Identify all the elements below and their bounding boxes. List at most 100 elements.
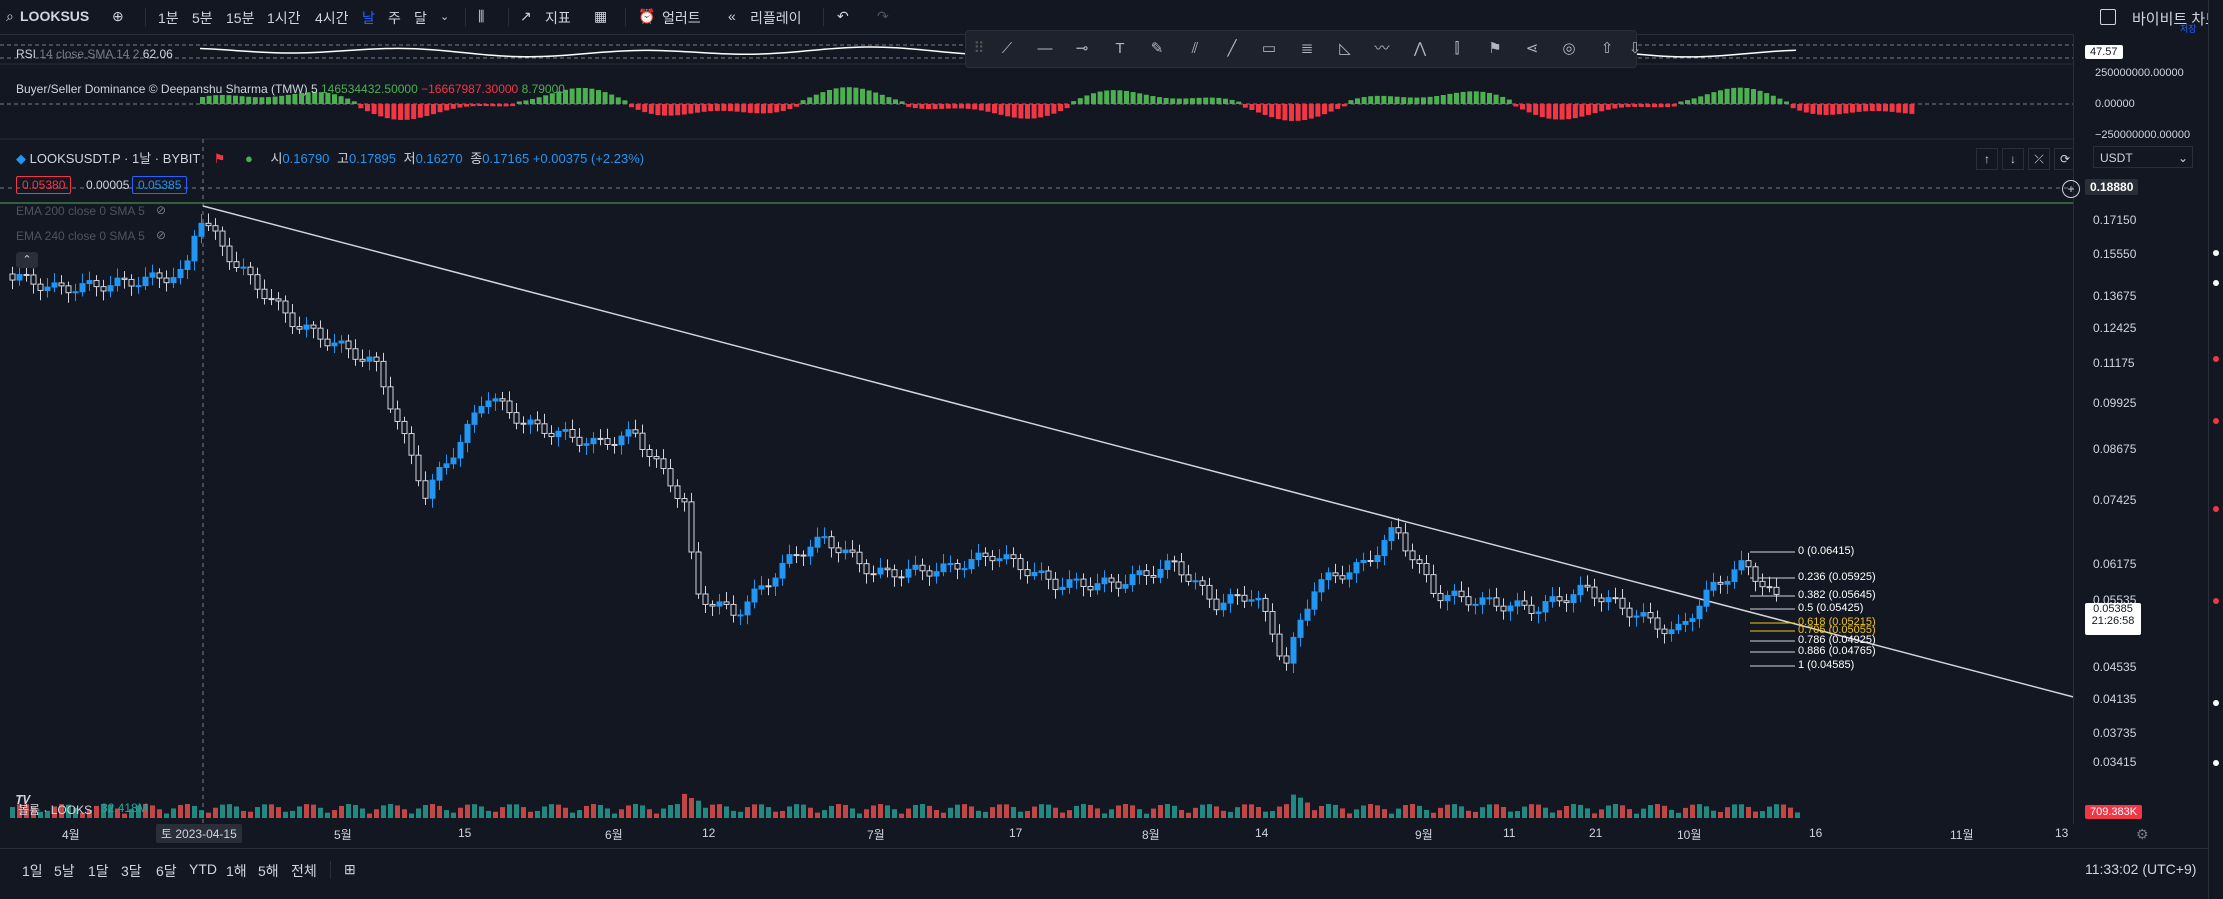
- interval-1h[interactable]: 1시간: [267, 8, 301, 28]
- rectangle-icon[interactable]: ▭: [1260, 40, 1278, 58]
- alert-button[interactable]: 얼러트: [662, 8, 701, 28]
- dominance-bar: [1322, 104, 1327, 115]
- candle-body: [975, 552, 982, 561]
- dominance-bar: [932, 104, 938, 110]
- volume-bar: [1606, 805, 1611, 818]
- range-1m[interactable]: 1달: [88, 861, 109, 881]
- drag-handle-icon[interactable]: ⠿: [970, 40, 988, 58]
- alarm-icon[interactable]: ⏰: [638, 8, 655, 25]
- replay-button[interactable]: 리플레이: [750, 8, 802, 28]
- watchlist-flag[interactable]: [2213, 506, 2219, 512]
- add-alert-icon[interactable]: +: [2062, 180, 2080, 198]
- trend-line-icon[interactable]: ⟋: [998, 40, 1016, 58]
- clock-display[interactable]: 11:33:02 (UTC+9): [2085, 861, 2196, 877]
- volume-bar: [1067, 810, 1072, 818]
- range-1d[interactable]: 1일: [22, 861, 43, 881]
- pattern-icon[interactable]: 〰: [1373, 40, 1391, 58]
- arrow-up-icon[interactable]: ⇧: [1598, 40, 1616, 58]
- volume-bar: [1172, 805, 1177, 818]
- dominance-bar: [1625, 104, 1631, 108]
- volume-bar: [311, 804, 316, 818]
- indicators-button[interactable]: 지표: [545, 8, 571, 28]
- volume-bar: [451, 812, 456, 818]
- candle-body: [1444, 594, 1451, 602]
- candle-type-icon[interactable]: ⫼: [478, 8, 484, 25]
- range-3m[interactable]: 3달: [121, 861, 142, 881]
- dominance-bar: [747, 104, 753, 113]
- watchlist-dot[interactable]: [2213, 250, 2219, 256]
- fib-retracement-icon[interactable]: ≣: [1298, 40, 1316, 58]
- replay-icon[interactable]: «: [728, 8, 736, 24]
- bars-pattern-icon[interactable]: ⫿: [1448, 40, 1466, 58]
- collapse-pane-icon[interactable]: ⤫: [2028, 148, 2050, 170]
- candle-body: [163, 277, 170, 284]
- interval-week[interactable]: 주: [388, 8, 401, 28]
- volume-bar: [675, 804, 680, 818]
- sell-price-button[interactable]: 0.05380: [16, 176, 72, 194]
- move-up-icon[interactable]: ↑: [1976, 148, 1998, 170]
- share-icon[interactable]: ⋖: [1523, 40, 1541, 58]
- interval-day[interactable]: 날: [362, 8, 375, 28]
- gann-icon[interactable]: ◺: [1336, 40, 1354, 58]
- interval-15m[interactable]: 15분: [226, 8, 254, 28]
- price-tick: 0.12425: [2093, 321, 2137, 335]
- watchlist-flag[interactable]: [2213, 418, 2219, 424]
- search-icon[interactable]: ⌕: [6, 8, 14, 25]
- dominance-bar: [239, 96, 245, 104]
- symbol-legend[interactable]: ◆ LOOKSUSDT.P · 1날 · BYBIT ⚑ ● 시0.16790 …: [16, 148, 644, 167]
- interval-5m[interactable]: 5분: [192, 8, 213, 28]
- candle-body: [1409, 550, 1416, 561]
- date-range-icon[interactable]: ⊞: [344, 861, 356, 878]
- checkbox[interactable]: [2100, 9, 2116, 25]
- candle-body: [1465, 596, 1472, 606]
- redo-icon[interactable]: ↷: [877, 8, 889, 25]
- symbol-search-button[interactable]: LOOKSUS: [20, 8, 89, 24]
- dominance-bar: [569, 88, 575, 104]
- watchlist-flag[interactable]: [2213, 356, 2219, 362]
- dominance-bar: [371, 104, 377, 114]
- range-1y[interactable]: 1해: [226, 861, 247, 881]
- range-all[interactable]: 전체: [291, 861, 317, 881]
- volume-bar: [1368, 804, 1373, 818]
- parallel-channel-icon[interactable]: ⫽: [1186, 40, 1204, 58]
- horizontal-line-icon[interactable]: ⊸: [1073, 40, 1091, 58]
- arrow-down-icon[interactable]: ⇩: [1626, 40, 1644, 58]
- add-symbol-icon[interactable]: ⊕: [112, 8, 124, 25]
- dominance-bar: [1341, 104, 1347, 107]
- settings-icon[interactable]: ⚙: [2136, 826, 2149, 843]
- range-ytd[interactable]: YTD: [189, 861, 217, 877]
- interval-1m[interactable]: 1분: [158, 8, 179, 28]
- volume-bar: [241, 810, 246, 818]
- elliott-wave-icon[interactable]: ⋀: [1411, 40, 1429, 58]
- indicators-icon[interactable]: ↗: [520, 8, 532, 25]
- range-6m[interactable]: 6달: [156, 861, 177, 881]
- watchlist-dot[interactable]: [2213, 280, 2219, 286]
- circle-icon[interactable]: ◎: [1560, 40, 1578, 58]
- interval-month[interactable]: 달: [414, 8, 427, 28]
- range-5y[interactable]: 5해: [258, 861, 279, 881]
- eye-off-icon[interactable]: ⊘: [156, 228, 166, 242]
- candle-body: [1717, 581, 1724, 585]
- interval-4h[interactable]: 4시간: [315, 8, 349, 28]
- text-icon[interactable]: T: [1111, 40, 1129, 58]
- candle-body: [394, 408, 401, 422]
- range-5d[interactable]: 5날: [54, 861, 75, 881]
- dominance-axis-mid: 0.00000: [2095, 98, 2135, 110]
- horizontal-ray-icon[interactable]: —: [1036, 40, 1054, 58]
- watchlist-flag[interactable]: [2213, 598, 2219, 604]
- move-down-icon[interactable]: ↓: [2002, 148, 2024, 170]
- watchlist-dot[interactable]: [2213, 760, 2219, 766]
- layout-grid-icon[interactable]: ▦: [594, 8, 607, 25]
- watchlist-dot[interactable]: [2213, 700, 2219, 706]
- candle-body: [100, 286, 107, 292]
- brush-icon[interactable]: ✎: [1148, 40, 1166, 58]
- currency-select[interactable]: USDT ⌄: [2093, 146, 2193, 168]
- collapse-legend-button[interactable]: ⌃: [16, 252, 38, 268]
- dominance-bar: [1797, 104, 1803, 111]
- chevron-down-icon[interactable]: ⌄: [440, 10, 449, 23]
- buy-price-button[interactable]: 0.05385: [132, 176, 188, 194]
- ray-icon[interactable]: ╱: [1223, 40, 1241, 58]
- flag-icon[interactable]: ⚑: [1486, 40, 1504, 58]
- undo-icon[interactable]: ↶: [837, 8, 849, 25]
- eye-off-icon[interactable]: ⊘: [156, 203, 166, 217]
